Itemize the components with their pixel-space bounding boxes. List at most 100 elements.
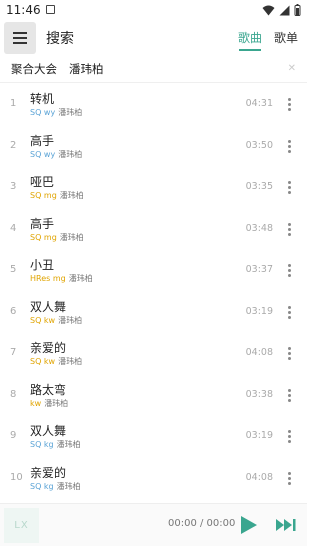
more-icon[interactable]	[288, 181, 291, 194]
song-artist: 潘玮柏	[44, 398, 69, 408]
more-icon[interactable]	[288, 98, 291, 111]
status-icons	[262, 3, 301, 17]
song-meta: SQ mg 潘玮柏	[30, 232, 84, 243]
song-index: 7	[10, 347, 17, 358]
page-title: 搜索	[46, 31, 74, 47]
song-source: SQ wy	[30, 108, 56, 117]
song-artist: 潘玮柏	[58, 315, 83, 325]
song-index: 6	[10, 305, 17, 317]
song-index: 5	[10, 264, 17, 275]
song-meta: SQ mg 潘玮柏	[30, 190, 84, 201]
song-list: 1 转机 SQ wy 潘玮柏 04:31 2 高手 SQ wy 潘玮柏 03:50 …	[0, 86, 307, 501]
close-icon[interactable]: ✕	[288, 63, 296, 74]
song-source: SQ mg	[30, 232, 57, 242]
song-meta: SQ wy 潘玮柏	[30, 149, 82, 160]
song-meta: SQ kw 潘玮柏	[30, 315, 82, 326]
song-title: 亲爱的	[30, 465, 67, 480]
song-index: 10	[10, 471, 23, 483]
menu-button[interactable]	[4, 22, 36, 54]
more-icon[interactable]	[288, 139, 291, 153]
tab-playlists[interactable]: 歌单	[274, 29, 298, 46]
song-title: 哑巴	[30, 175, 55, 189]
more-icon[interactable]	[288, 347, 291, 360]
song-duration: 03:50	[245, 139, 273, 151]
song-row[interactable]: 8 路太弯 kw 潘玮柏 03:38	[0, 377, 307, 419]
song-source: SQ kg	[30, 440, 54, 449]
more-icon[interactable]	[288, 430, 291, 443]
source-selector[interactable]: 聚合大会	[11, 61, 57, 77]
song-index: 8	[10, 388, 17, 400]
more-icon[interactable]	[288, 305, 291, 319]
song-source: SQ kw	[30, 357, 56, 366]
status-bar: 11:46	[0, 0, 307, 22]
notification-icon	[46, 5, 55, 14]
next-track-icon[interactable]	[275, 518, 297, 532]
more-icon[interactable]	[288, 222, 291, 236]
song-row[interactable]: 5 小丑 HRes mg 潘玮柏 03:37	[0, 252, 307, 294]
song-title: 转机	[30, 92, 55, 106]
song-index: 4	[10, 222, 17, 234]
playback-time: 00:00 / 00:00	[168, 518, 236, 529]
album-cover[interactable]: LX	[4, 508, 39, 543]
song-title: 路太弯	[30, 382, 67, 397]
song-row[interactable]: 7 亲爱的 SQ kw 潘玮柏 04:08	[0, 335, 307, 377]
song-row[interactable]: 2 高手 SQ wy 潘玮柏 03:50	[0, 128, 307, 170]
song-source: SQ wy	[30, 149, 56, 159]
song-index: 3	[10, 181, 17, 192]
song-meta: SQ kg 潘玮柏	[30, 481, 81, 492]
song-title: 高手	[30, 216, 55, 231]
song-title: 双人舞	[30, 424, 67, 438]
song-row[interactable]: 4 高手 SQ mg 潘玮柏 03:48	[0, 211, 307, 253]
song-artist: 潘玮柏	[59, 232, 84, 242]
song-source: SQ mg	[30, 191, 57, 200]
song-row[interactable]: 6 双人舞 SQ kw 潘玮柏 03:19	[0, 294, 307, 336]
song-artist: 潘玮柏	[58, 357, 83, 366]
song-duration: 03:19	[245, 305, 273, 317]
song-artist: 潘玮柏	[58, 149, 83, 159]
wifi-icon	[262, 5, 275, 15]
song-row[interactable]: 3 哑巴 SQ mg 潘玮柏 03:35	[0, 169, 307, 211]
song-title: 高手	[30, 133, 55, 148]
search-input[interactable]: 潘玮柏	[69, 61, 104, 77]
song-duration: 03:19	[245, 430, 273, 441]
song-duration: 03:38	[245, 388, 273, 400]
tab-songs[interactable]: 歌曲	[238, 29, 262, 51]
more-icon[interactable]	[288, 471, 291, 485]
play-button[interactable]	[241, 516, 257, 534]
status-time: 11:46	[6, 3, 41, 17]
player-bar: LX 00:00 / 00:00	[0, 503, 307, 546]
song-source: kw	[30, 398, 42, 408]
song-source: HRes mg	[30, 274, 66, 283]
song-meta: SQ wy 潘玮柏	[30, 107, 82, 118]
song-meta: SQ kg 潘玮柏	[30, 439, 81, 450]
song-index: 1	[10, 98, 17, 109]
song-meta: SQ kw 潘玮柏	[30, 356, 82, 367]
song-title: 双人舞	[30, 299, 67, 314]
song-duration: 03:35	[245, 181, 273, 192]
song-artist: 潘玮柏	[68, 274, 93, 283]
more-icon[interactable]	[288, 388, 291, 402]
song-row[interactable]: 9 双人舞 SQ kg 潘玮柏 03:19	[0, 418, 307, 460]
song-source: SQ kg	[30, 481, 54, 491]
signal-icon	[279, 5, 290, 15]
song-row[interactable]: 1 转机 SQ wy 潘玮柏 04:31	[0, 86, 307, 128]
song-source: SQ kw	[30, 315, 56, 325]
song-index: 9	[10, 430, 17, 441]
song-artist: 潘玮柏	[56, 440, 81, 449]
song-duration: 04:08	[245, 471, 273, 483]
song-title: 小丑	[30, 258, 55, 272]
search-filter-bar: 聚合大会 潘玮柏 ✕	[0, 56, 307, 83]
song-duration: 03:48	[245, 222, 273, 234]
battery-icon	[294, 4, 301, 16]
app-bar: 搜索 歌曲 歌单	[0, 22, 307, 54]
song-row[interactable]: 10 亲爱的 SQ kg 潘玮柏 04:08	[0, 460, 307, 502]
song-meta: HRes mg 潘玮柏	[30, 273, 93, 284]
song-title: 亲爱的	[30, 341, 67, 355]
song-duration: 03:37	[245, 264, 273, 275]
song-meta: kw 潘玮柏	[30, 398, 68, 409]
song-duration: 04:31	[245, 98, 273, 109]
song-artist: 潘玮柏	[56, 481, 81, 491]
song-duration: 04:08	[245, 347, 273, 358]
menu-icon	[13, 32, 27, 34]
more-icon[interactable]	[288, 264, 291, 277]
